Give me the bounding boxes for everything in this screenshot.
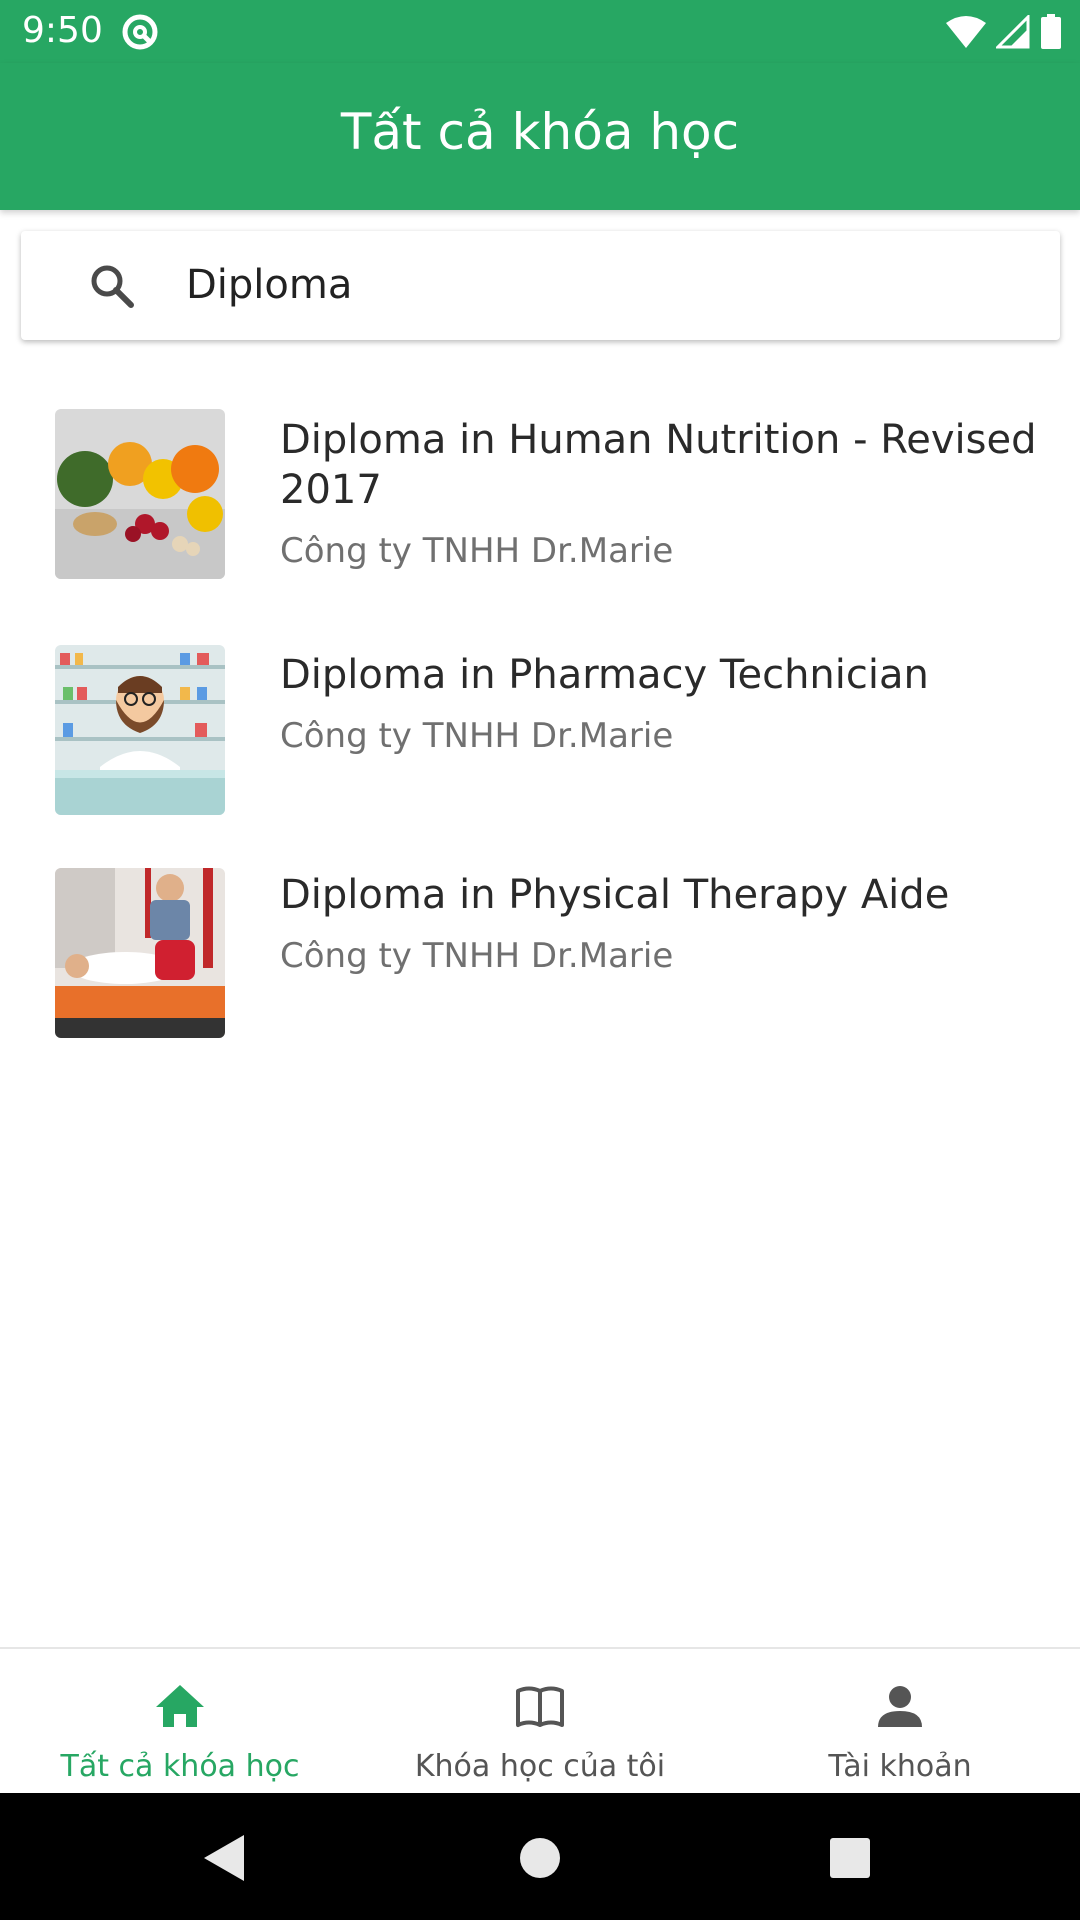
- app-notification-icon: [122, 14, 158, 50]
- nav-tab-my-courses[interactable]: Khóa học của tôi: [360, 1649, 720, 1795]
- course-thumbnail-physical-therapy: [55, 868, 225, 1038]
- course-company: Công ty TNHH Dr.Marie: [280, 936, 674, 976]
- home-button-icon[interactable]: [505, 1823, 575, 1893]
- book-open-icon: [516, 1686, 564, 1727]
- wifi-icon: [946, 16, 986, 48]
- recents-icon[interactable]: [815, 1823, 885, 1893]
- status-time: 9:50: [22, 10, 103, 51]
- system-navigation-bar: [0, 1793, 1080, 1920]
- course-title: Diploma in Pharmacy Technician: [280, 652, 929, 698]
- signal-icon: [996, 15, 1030, 49]
- course-company: Công ty TNHH Dr.Marie: [280, 531, 674, 571]
- nav-label: Tất cả khóa học: [60, 1749, 300, 1784]
- search-icon: [91, 265, 134, 308]
- nav-tab-all-courses[interactable]: Tất cả khóa học: [0, 1649, 360, 1795]
- search-input[interactable]: [186, 255, 1006, 315]
- course-company: Công ty TNHH Dr.Marie: [280, 716, 674, 756]
- page-title: Tất cả khóa học: [340, 103, 740, 161]
- bottom-navigation: Tất cả khóa học Khóa học của tôi Tài kho…: [0, 1647, 1080, 1793]
- course-thumbnail-nutrition: [55, 409, 225, 579]
- app-header: Tất cả khóa học: [0, 63, 1080, 210]
- nav-tab-account[interactable]: Tài khoản: [720, 1649, 1080, 1795]
- back-icon[interactable]: [190, 1823, 260, 1893]
- course-list: Diploma in Human Nutrition - Revised 201…: [0, 400, 1080, 1080]
- course-title: Diploma in Human Nutrition - Revised 201…: [280, 417, 1037, 513]
- course-thumbnail-pharmacy: [55, 645, 225, 815]
- status-icons: [946, 12, 1062, 52]
- nav-label: Khóa học của tôi: [414, 1749, 666, 1784]
- course-item[interactable]: Diploma in Pharmacy Technician Công ty T…: [0, 620, 1080, 840]
- status-bar: 9:50: [0, 0, 1080, 63]
- search-bar[interactable]: [21, 231, 1060, 340]
- course-title: Diploma in Physical Therapy Aide: [280, 872, 950, 918]
- home-icon: [156, 1685, 204, 1727]
- person-icon: [878, 1686, 922, 1727]
- battery-icon: [1041, 14, 1061, 49]
- course-item[interactable]: Diploma in Physical Therapy Aide Công ty…: [0, 840, 1080, 1080]
- nav-label: Tài khoản: [828, 1749, 972, 1784]
- course-item[interactable]: Diploma in Human Nutrition - Revised 201…: [0, 400, 1080, 620]
